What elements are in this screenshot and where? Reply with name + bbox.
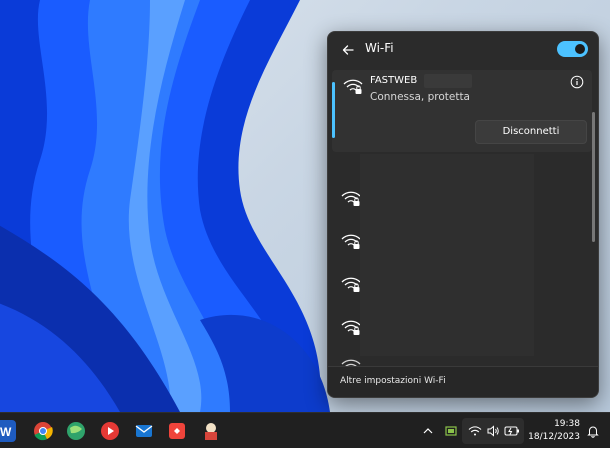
web-browser-icon[interactable] bbox=[65, 420, 87, 442]
clock-date: 18/12/2023 bbox=[528, 432, 580, 442]
volume-icon bbox=[487, 425, 499, 437]
flyout-title: Wi-Fi bbox=[365, 41, 394, 55]
connected-network-item[interactable]: FASTWEB Connessa, protetta Disconnetti bbox=[332, 70, 592, 152]
info-icon[interactable] bbox=[570, 75, 584, 89]
redacted-name-mask bbox=[424, 74, 472, 88]
connected-network-name: FASTWEB bbox=[370, 75, 418, 86]
wifi-secured-icon bbox=[341, 191, 361, 206]
wifi-icon bbox=[468, 426, 482, 436]
disconnect-button[interactable]: Disconnetti bbox=[475, 120, 587, 144]
flyout-footer: Altre impostazioni Wi-Fi bbox=[328, 366, 598, 397]
word-icon[interactable]: W bbox=[0, 420, 16, 442]
back-button[interactable] bbox=[338, 40, 358, 60]
app-icon[interactable] bbox=[200, 420, 222, 442]
wifi-secured-icon bbox=[341, 234, 361, 249]
taskbar-clock[interactable]: 19:38 18/12/2023 bbox=[528, 418, 580, 444]
notification-bell-icon[interactable] bbox=[586, 424, 600, 438]
wifi-secured-icon bbox=[343, 79, 363, 94]
selection-accent bbox=[332, 82, 335, 138]
svg-text:W: W bbox=[0, 425, 12, 439]
redacted-networks-mask bbox=[360, 154, 534, 356]
clock-time: 19:38 bbox=[554, 419, 580, 429]
battery-icon bbox=[504, 426, 519, 436]
flyout-header: Wi-Fi bbox=[328, 32, 598, 68]
wifi-secured-icon bbox=[341, 359, 361, 366]
list-scrollbar[interactable] bbox=[592, 112, 595, 242]
taskbar: W 19:38 18/12/2023 bbox=[0, 412, 610, 448]
anydesk-icon[interactable] bbox=[166, 420, 188, 442]
youtube-icon[interactable] bbox=[99, 420, 121, 442]
quick-settings-button[interactable] bbox=[462, 418, 524, 444]
more-wifi-settings-link[interactable]: Altre impostazioni Wi-Fi bbox=[340, 376, 446, 386]
wifi-secured-icon bbox=[341, 320, 361, 335]
wifi-toggle[interactable] bbox=[557, 41, 588, 57]
back-arrow-icon bbox=[342, 45, 354, 55]
wifi-secured-icon bbox=[341, 277, 361, 292]
mail-icon[interactable] bbox=[133, 420, 155, 442]
chrome-icon[interactable] bbox=[32, 420, 54, 442]
toggle-knob bbox=[575, 44, 585, 54]
connection-status: Connessa, protetta bbox=[370, 91, 470, 103]
app-tray-icon[interactable] bbox=[444, 424, 458, 438]
chevron-up-icon[interactable] bbox=[422, 425, 434, 437]
